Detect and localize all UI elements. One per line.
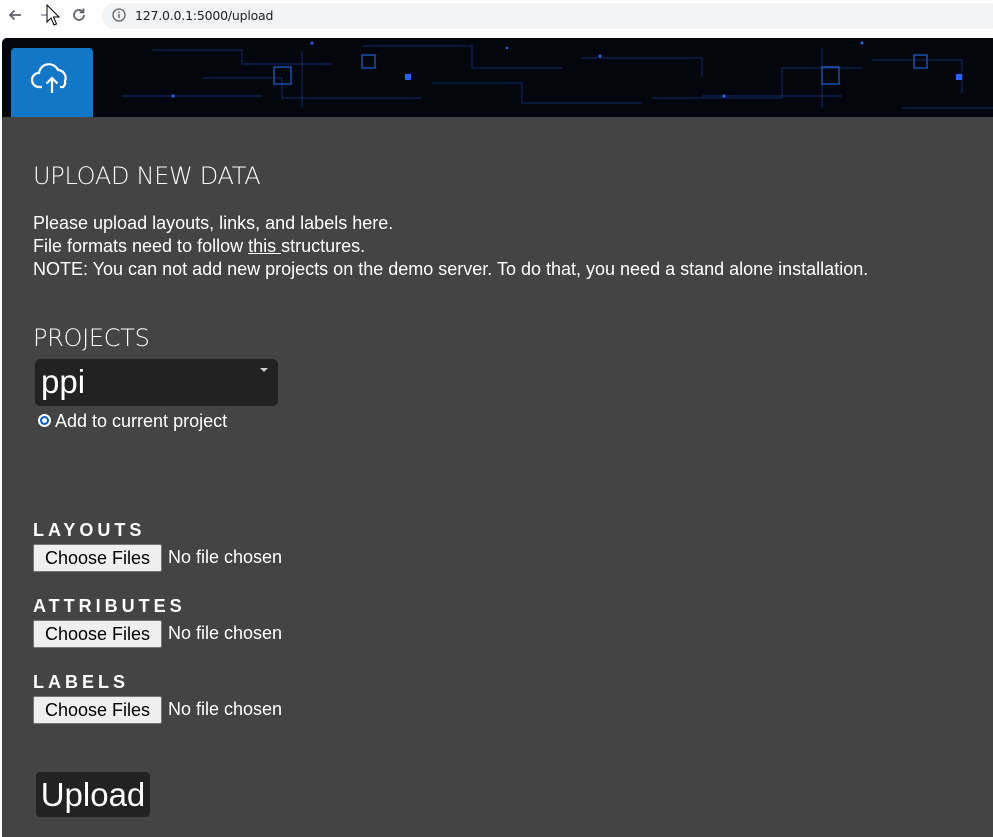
attributes-choose-files-button[interactable]: Choose Files	[33, 620, 162, 648]
upload-button[interactable]: Upload	[36, 772, 150, 817]
project-dropdown[interactable]: ppi	[35, 359, 278, 406]
circuit-banner	[2, 38, 993, 117]
mouse-cursor-icon	[46, 3, 61, 31]
attributes-label: ATTRIBUTES	[33, 596, 186, 616]
labels-label: LABELS	[33, 672, 129, 692]
layouts-no-file-text: No file chosen	[168, 547, 283, 567]
page-title: UPLOAD NEW DATA	[33, 162, 261, 190]
reload-icon[interactable]	[68, 4, 90, 26]
app-window: UPLOAD NEW DATA Please upload layouts, l…	[2, 38, 993, 837]
intro-line-2-suffix: structures.	[281, 236, 366, 256]
intro-line-2: File formats need to follow this structu…	[33, 235, 868, 258]
url-text: 127.0.0.1:5000/upload	[135, 8, 274, 23]
layouts-label: LAYOUTS	[33, 520, 146, 540]
upload-tab[interactable]	[11, 48, 93, 117]
cloud-upload-icon	[30, 63, 67, 93]
browser-toolbar: 127.0.0.1:5000/upload	[0, 0, 993, 32]
project-dropdown-value: ppi	[41, 363, 86, 400]
layouts-choose-files-button[interactable]: Choose Files	[33, 544, 162, 572]
attributes-no-file-text: No file chosen	[168, 623, 283, 643]
intro-line-1: Please upload layouts, links, and labels…	[33, 213, 394, 233]
format-structure-link[interactable]: this	[248, 236, 281, 256]
intro-line-3: NOTE: You can not add new projects on th…	[33, 259, 869, 279]
address-bar[interactable]: 127.0.0.1:5000/upload	[102, 3, 993, 29]
labels-no-file-text: No file chosen	[168, 699, 283, 719]
labels-choose-files-button[interactable]: Choose Files	[33, 696, 162, 724]
back-arrow-icon[interactable]	[4, 4, 26, 26]
add-to-current-project-label: Add to current project	[55, 411, 228, 431]
info-icon[interactable]	[112, 8, 126, 27]
projects-heading: PROJECTS	[33, 324, 150, 352]
radio-checked-dot	[40, 416, 49, 425]
add-to-current-project-radio[interactable]	[38, 414, 51, 427]
intro-text: Please upload layouts, links, and labels…	[33, 212, 868, 281]
caret-down-icon	[260, 368, 268, 372]
intro-line-2-prefix: File formats need to follow	[33, 236, 249, 256]
